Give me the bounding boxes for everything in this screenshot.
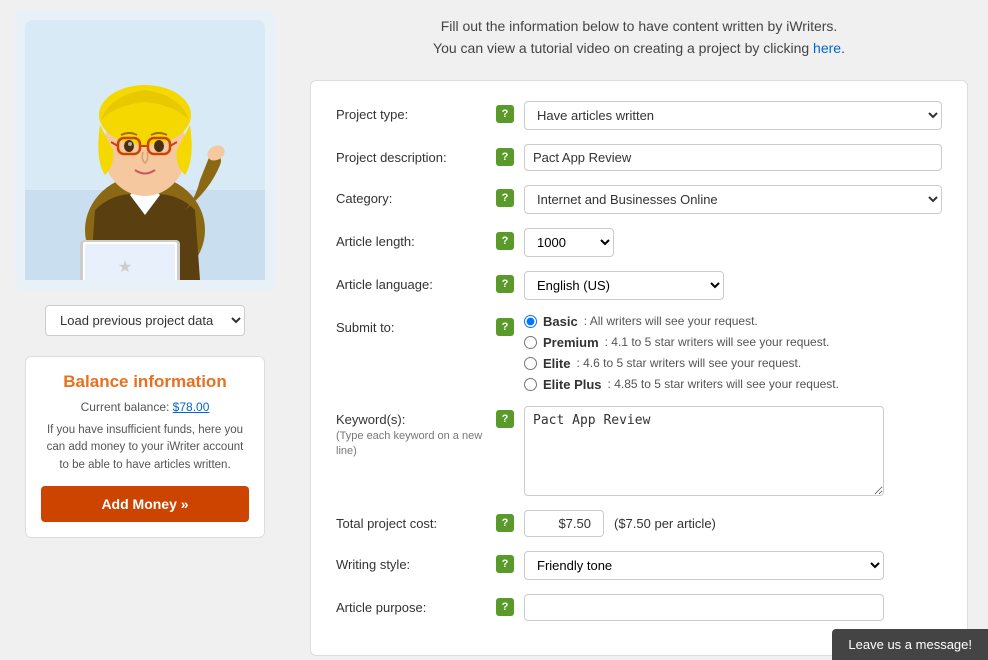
category-help-icon[interactable]: ? <box>496 189 514 207</box>
article-length-row: Article length: ? 150 300 500 700 1000 1… <box>336 228 942 257</box>
total-cost-help-icon[interactable]: ? <box>496 514 514 532</box>
balance-amount-link[interactable]: $78.00 <box>173 400 210 414</box>
project-description-help-icon[interactable]: ? <box>496 148 514 166</box>
avatar-container: ★ <box>15 10 275 290</box>
project-type-select[interactable]: Have articles written Have blog posts wr… <box>524 101 942 130</box>
radio-elite-label: Elite <box>543 356 570 371</box>
article-purpose-input[interactable] <box>524 594 884 621</box>
writing-style-label: Writing style: <box>336 551 496 572</box>
submit-to-radio-group: Basic : All writers will see your reques… <box>524 314 839 392</box>
project-type-label: Project type: <box>336 101 496 122</box>
article-length-label: Article length: <box>336 228 496 249</box>
writing-style-help-icon[interactable]: ? <box>496 555 514 573</box>
article-length-help-icon[interactable]: ? <box>496 232 514 250</box>
article-language-help-icon[interactable]: ? <box>496 275 514 293</box>
radio-premium: Premium : 4.1 to 5 star writers will see… <box>524 335 839 350</box>
keywords-row: Keyword(s): (Type each keyword on a new … <box>336 406 942 496</box>
keywords-textarea[interactable]: Pact App Review <box>524 406 884 496</box>
radio-basic: Basic : All writers will see your reques… <box>524 314 839 329</box>
radio-elite-plus-input[interactable] <box>524 378 537 391</box>
article-length-wrap: 150 300 500 700 1000 1500 2000 <box>524 228 619 257</box>
article-purpose-row: Article purpose: ? <box>336 594 942 621</box>
cost-display: $7.50 ($7.50 per article) <box>524 510 716 537</box>
writing-style-row: Writing style: ? Friendly tone Formal to… <box>336 551 942 580</box>
radio-elite-input[interactable] <box>524 357 537 370</box>
radio-elite: Elite : 4.6 to 5 star writers will see y… <box>524 356 839 371</box>
main-content: Fill out the information below to have c… <box>290 0 988 660</box>
category-select[interactable]: Internet and Businesses Online Health an… <box>524 185 942 214</box>
tutorial-link[interactable]: here <box>813 40 841 56</box>
submit-to-row: Submit to: ? Basic : All writers will se… <box>336 314 942 392</box>
radio-elite-desc: : 4.6 to 5 star writers will see your re… <box>576 356 801 370</box>
keywords-help-icon[interactable]: ? <box>496 410 514 428</box>
avatar-illustration: ★ <box>25 20 265 280</box>
form-panel: Project type: ? Have articles written Ha… <box>310 80 968 656</box>
category-label: Category: <box>336 185 496 206</box>
add-money-button[interactable]: Add Money » <box>41 486 249 522</box>
cost-per-article: ($7.50 per article) <box>614 516 716 531</box>
cost-value: $7.50 <box>524 510 604 537</box>
radio-elite-plus-label: Elite Plus <box>543 377 602 392</box>
article-purpose-help-icon[interactable]: ? <box>496 598 514 616</box>
radio-premium-input[interactable] <box>524 336 537 349</box>
project-description-row: Project description: ? <box>336 144 942 171</box>
category-row: Category: ? Internet and Businesses Onli… <box>336 185 942 214</box>
live-chat-bubble[interactable]: Leave us a message! <box>832 629 988 660</box>
project-type-row: Project type: ? Have articles written Ha… <box>336 101 942 130</box>
balance-desc: If you have insufficient funds, here you… <box>41 422 249 474</box>
total-cost-label: Total project cost: <box>336 510 496 531</box>
balance-box: Balance information Current balance: $78… <box>25 356 265 538</box>
article-purpose-label: Article purpose: <box>336 594 496 615</box>
writing-style-select[interactable]: Friendly tone Formal tone Conversational… <box>524 551 884 580</box>
submit-to-label: Submit to: <box>336 314 496 335</box>
article-language-select[interactable]: English (US) English (UK) Spanish French <box>524 271 724 300</box>
radio-premium-label: Premium <box>543 335 599 350</box>
balance-title: Balance information <box>41 372 249 392</box>
project-description-input[interactable] <box>524 144 942 171</box>
radio-basic-label: Basic <box>543 314 578 329</box>
keywords-label: Keyword(s): (Type each keyword on a new … <box>336 406 496 457</box>
svg-text:★: ★ <box>118 259 132 276</box>
balance-current: Current balance: $78.00 <box>41 400 249 414</box>
project-type-help-icon[interactable]: ? <box>496 105 514 123</box>
project-description-label: Project description: <box>336 144 496 165</box>
radio-basic-input[interactable] <box>524 315 537 328</box>
header-text: Fill out the information below to have c… <box>310 10 968 65</box>
article-language-row: Article language: ? English (US) English… <box>336 271 942 300</box>
radio-premium-desc: : 4.1 to 5 star writers will see your re… <box>605 335 830 349</box>
article-length-select[interactable]: 150 300 500 700 1000 1500 2000 <box>524 228 614 257</box>
total-cost-row: Total project cost: ? $7.50 ($7.50 per a… <box>336 510 942 537</box>
radio-basic-desc: : All writers will see your request. <box>584 314 758 328</box>
article-language-label: Article language: <box>336 271 496 292</box>
radio-elite-plus: Elite Plus : 4.85 to 5 star writers will… <box>524 377 839 392</box>
load-project-select[interactable]: Load previous project data <box>45 305 245 336</box>
sidebar: ★ Load previous project data Balance inf… <box>0 0 290 660</box>
submit-to-help-icon[interactable]: ? <box>496 318 514 336</box>
radio-elite-plus-desc: : 4.85 to 5 star writers will see your r… <box>608 377 839 391</box>
